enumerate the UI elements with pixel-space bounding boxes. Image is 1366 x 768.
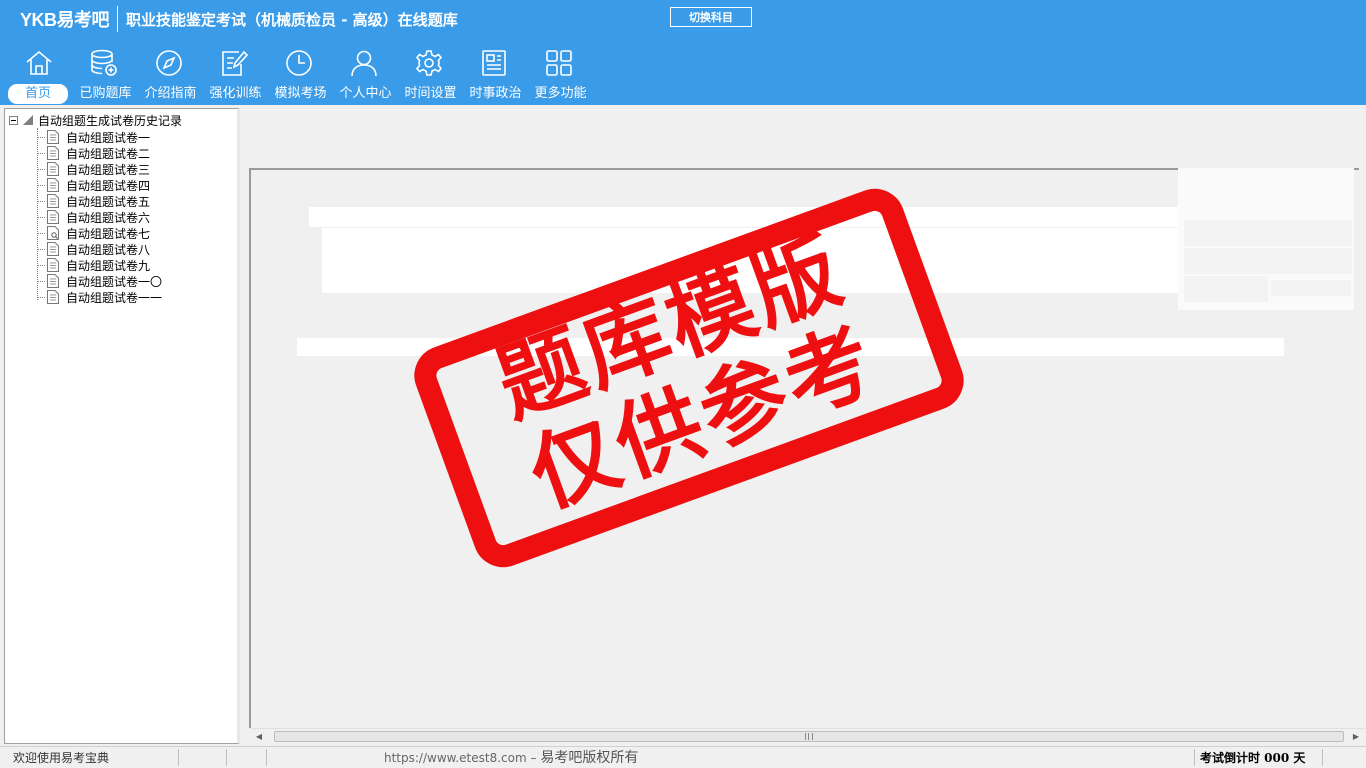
tree-item-label: 自动组题试卷一一 xyxy=(66,290,163,305)
compass-icon xyxy=(154,48,184,78)
toolbar-mock-exam[interactable]: 模拟考场 xyxy=(268,46,333,104)
switch-subject-button[interactable]: 切换科目 xyxy=(670,7,752,27)
tree-root[interactable]: 自动组题生成试卷历史记录 xyxy=(9,112,182,128)
toolbar-guide[interactable]: 介绍指南 xyxy=(138,46,203,104)
toolbar-purchased[interactable]: 已购题库 xyxy=(73,46,138,104)
site-url[interactable]: https://www.etest8.com xyxy=(384,751,527,765)
status-divider xyxy=(266,749,267,766)
document-icon xyxy=(47,290,59,304)
status-bar: 欢迎使用易考宝典 https://www.etest8.com – 易考吧版权所… xyxy=(0,746,1366,768)
toolbar-label: 时事政治 xyxy=(469,86,522,101)
tree-item-label: 自动组题试卷四 xyxy=(66,178,151,193)
tree-item-label: 自动组题试卷三 xyxy=(66,162,151,177)
status-divider xyxy=(1194,749,1195,766)
tree-item-label: 自动组题试卷一〇 xyxy=(66,274,163,289)
tree-item-label: 自动组题试卷七 xyxy=(66,226,151,241)
document-icon xyxy=(47,130,59,144)
toolbar-label: 时间设置 xyxy=(404,86,457,101)
status-divider xyxy=(1322,749,1323,766)
toolbar-more[interactable]: 更多功能 xyxy=(528,46,593,104)
placeholder-block xyxy=(322,228,1179,293)
tree-item-label: 自动组题试卷五 xyxy=(66,194,151,209)
toolbar-label: 个人中心 xyxy=(339,86,392,101)
tree-root-label: 自动组题生成试卷历史记录 xyxy=(38,113,183,128)
copyright-dash: – xyxy=(526,751,541,765)
placeholder-block xyxy=(309,207,1179,227)
welcome-text: 欢迎使用易考宝典 xyxy=(13,751,110,765)
placeholder-block xyxy=(1271,280,1351,296)
tree-item[interactable]: 自动组题试卷七 xyxy=(33,225,162,241)
tree-item[interactable]: 自动组题试卷一〇 xyxy=(33,273,162,289)
toolbar-label: 模拟考场 xyxy=(274,86,327,101)
toolbar-label: 更多功能 xyxy=(534,86,587,101)
tree-item[interactable]: 自动组题试卷四 xyxy=(33,177,162,193)
history-tree: 自动组题生成试卷历史记录 自动组题试卷一 自动组题试卷二 自动组题试卷三 自动组… xyxy=(4,108,240,744)
exam-countdown: 考试倒计时 000 天 xyxy=(1200,751,1306,765)
tree-item-label: 自动组题试卷二 xyxy=(66,146,151,161)
scroll-left-icon[interactable]: ◀ xyxy=(255,732,263,742)
app-title: 职业技能鉴定考试（机械质检员 - 高级）在线题库 xyxy=(126,10,458,29)
user-icon xyxy=(349,48,379,78)
tree-item[interactable]: 自动组题试卷六 xyxy=(33,209,162,225)
document-icon xyxy=(47,178,59,192)
document-icon xyxy=(47,242,59,256)
document-search-icon xyxy=(47,226,59,240)
toolbar-profile[interactable]: 个人中心 xyxy=(333,46,398,104)
news-icon xyxy=(479,48,509,78)
document-icon xyxy=(47,194,59,208)
tree-item-label: 自动组题试卷一 xyxy=(66,130,151,145)
toolbar-current-affairs[interactable]: 时事政治 xyxy=(463,46,528,104)
brand: YKB易考吧 职业技能鉴定考试（机械质检员 - 高级）在线题库 xyxy=(20,6,458,32)
toolbar-time-settings[interactable]: 时间设置 xyxy=(398,46,463,104)
tree-item[interactable]: 自动组题试卷二 xyxy=(33,145,162,161)
gear-icon xyxy=(414,48,444,78)
placeholder-block xyxy=(1184,276,1268,302)
status-divider xyxy=(178,749,179,766)
tree-item[interactable]: 自动组题试卷八 xyxy=(33,241,162,257)
content-area xyxy=(244,108,1366,744)
copyright-text: 易考吧版权所有 xyxy=(540,750,639,766)
placeholder-block xyxy=(297,338,1284,356)
horizontal-scrollbar[interactable]: ◀ ▶ xyxy=(250,728,1366,744)
edit-icon xyxy=(219,48,249,78)
tree-item-label: 自动组题试卷六 xyxy=(66,210,151,225)
document-icon xyxy=(47,162,59,176)
grid-icon xyxy=(544,48,574,78)
scroll-right-icon[interactable]: ▶ xyxy=(1352,732,1360,742)
placeholder-block xyxy=(1184,248,1352,274)
app-header: YKB易考吧 职业技能鉴定考试（机械质检员 - 高级）在线题库 切换科目 首页 … xyxy=(0,0,1366,105)
tree-item[interactable]: 自动组题试卷九 xyxy=(33,257,162,273)
grip-icon xyxy=(805,733,813,740)
tree-item[interactable]: 自动组题试卷一 xyxy=(33,129,162,145)
document-icon xyxy=(47,258,59,272)
collapse-icon[interactable] xyxy=(9,115,18,125)
tree-item[interactable]: 自动组题试卷三 xyxy=(33,161,162,177)
database-icon xyxy=(89,48,119,78)
document-icon xyxy=(47,210,59,224)
main-toolbar: 首页 已购题库 介绍指南 强化训练 模拟考场 个人中心 时间设置 时事政治 更多… xyxy=(8,46,593,104)
toolbar-label: 已购题库 xyxy=(79,86,132,101)
scroll-thumb[interactable] xyxy=(274,731,1344,742)
home-icon xyxy=(24,48,54,78)
status-divider xyxy=(226,749,227,766)
tree-item[interactable]: 自动组题试卷一一 xyxy=(33,289,162,305)
placeholder-block xyxy=(1184,220,1352,246)
app-logo: YKB易考吧 xyxy=(20,6,119,32)
clock-icon xyxy=(284,48,314,78)
tree-item-label: 自动组题试卷八 xyxy=(66,242,151,257)
document-icon xyxy=(47,146,59,160)
tree-item-label: 自动组题试卷九 xyxy=(66,258,151,273)
toolbar-home[interactable]: 首页 xyxy=(8,46,73,104)
document-icon xyxy=(47,274,59,288)
tree-list: 自动组题试卷一 自动组题试卷二 自动组题试卷三 自动组题试卷四 自动组题试卷五 … xyxy=(33,129,162,305)
toolbar-label: 强化训练 xyxy=(209,86,262,101)
triangle-icon xyxy=(23,115,33,125)
toolbar-label: 首页 xyxy=(8,84,68,104)
toolbar-training[interactable]: 强化训练 xyxy=(203,46,268,104)
toolbar-label: 介绍指南 xyxy=(144,86,197,101)
copyright: https://www.etest8.com – 易考吧版权所有 xyxy=(384,749,638,767)
tree-item[interactable]: 自动组题试卷五 xyxy=(33,193,162,209)
